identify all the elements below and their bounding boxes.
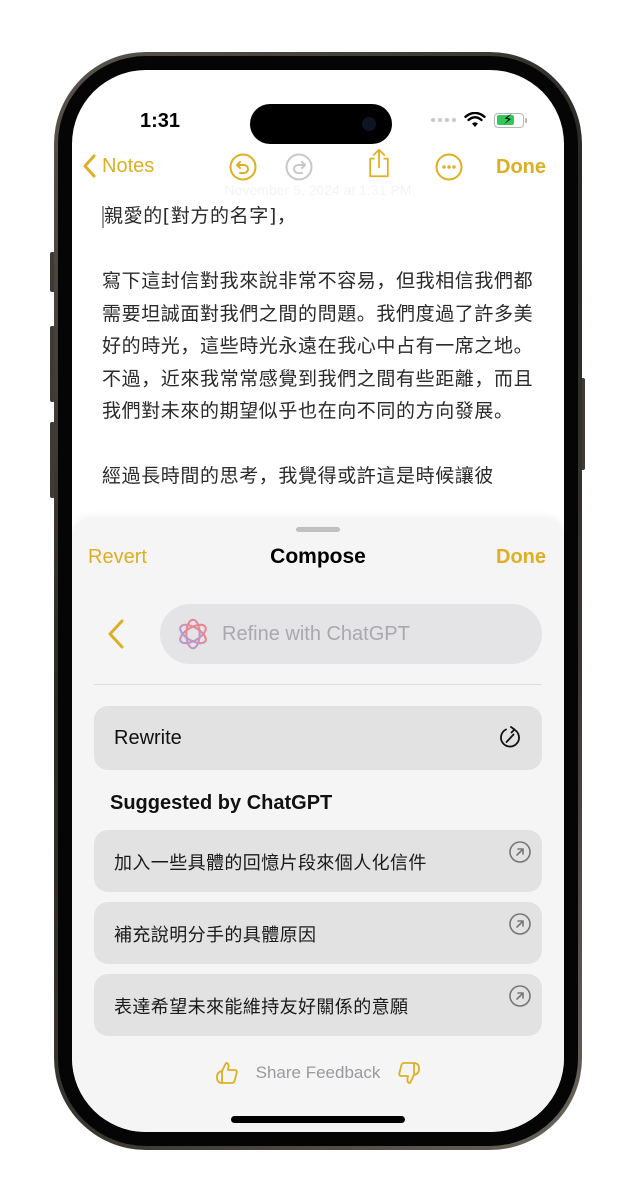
battery-icon: ⚡ bbox=[494, 110, 527, 128]
compose-done-button[interactable]: Done bbox=[496, 546, 546, 569]
refine-placeholder: Refine with ChatGPT bbox=[222, 622, 410, 645]
revert-button[interactable]: Revert bbox=[88, 546, 147, 569]
note-body[interactable]: 親愛的[對方的名字]， 寫下這封信對我來說非常不容易，但我相信我們都需要坦誠面對… bbox=[102, 200, 534, 525]
arrow-up-right-circle-icon bbox=[509, 985, 531, 1007]
suggestion-text: 補充說明分手的具體原因 bbox=[114, 925, 317, 946]
divider bbox=[94, 684, 542, 685]
thumbs-up-icon[interactable] bbox=[214, 1060, 240, 1086]
phone-frame: 1:31 ⚡ Notes Done November 5, 2024 at 1:… bbox=[54, 52, 582, 1150]
more-icon[interactable] bbox=[434, 152, 464, 182]
arrow-up-right-circle-icon bbox=[509, 841, 531, 863]
compose-sheet: Compose Revert Done Refine with ChatGPT bbox=[72, 518, 564, 1132]
suggestion-item[interactable]: 加入一些具體的回憶片段來個人化信件 bbox=[94, 830, 542, 892]
sheet-grabber[interactable] bbox=[296, 527, 340, 532]
status-icons: ⚡ bbox=[431, 110, 527, 128]
status-time: 1:31 bbox=[140, 110, 181, 132]
feedback-row: Share Feedback bbox=[72, 1060, 564, 1086]
share-icon[interactable] bbox=[364, 148, 394, 178]
suggestion-text: 表達希望未來能維持友好關係的意願 bbox=[114, 997, 409, 1018]
wifi-icon bbox=[464, 112, 486, 127]
refine-input[interactable]: Refine with ChatGPT bbox=[160, 604, 542, 664]
chevron-left-icon bbox=[83, 154, 96, 178]
refine-row: Refine with ChatGPT bbox=[94, 604, 542, 664]
back-label: Notes bbox=[102, 154, 155, 177]
rewrite-button[interactable]: Rewrite bbox=[94, 706, 542, 770]
suggestion-item[interactable]: 表達希望未來能維持友好關係的意願 bbox=[94, 974, 542, 1036]
note-paragraph: 經過長時間的思考，我覺得或許這是時候讓彼 bbox=[102, 465, 495, 487]
redo-icon[interactable] bbox=[284, 152, 314, 182]
phone-bezel: 1:31 ⚡ Notes Done November 5, 2024 at 1:… bbox=[58, 56, 578, 1146]
share-feedback-label[interactable]: Share Feedback bbox=[256, 1063, 381, 1083]
back-to-notes-button[interactable]: Notes bbox=[82, 154, 154, 178]
suggestion-text: 加入一些具體的回憶片段來個人化信件 bbox=[114, 853, 427, 874]
undo-icon[interactable] bbox=[228, 152, 258, 182]
arrow-up-right-circle-icon bbox=[509, 913, 531, 935]
screen: 1:31 ⚡ Notes Done November 5, 2024 at 1:… bbox=[72, 70, 564, 1132]
camera-icon bbox=[362, 117, 376, 131]
note-greeting: 親愛的[對方的名字]， bbox=[104, 205, 297, 227]
chatgpt-logo-icon bbox=[179, 618, 207, 650]
rewrite-icon bbox=[500, 726, 520, 748]
suggested-heading: Suggested by ChatGPT bbox=[110, 792, 333, 814]
done-button[interactable]: Done bbox=[496, 156, 546, 179]
chevron-left-icon[interactable] bbox=[104, 618, 128, 650]
charging-bolt-icon: ⚡ bbox=[503, 110, 513, 127]
dynamic-island bbox=[250, 104, 392, 144]
rewrite-label: Rewrite bbox=[114, 726, 182, 749]
thumbs-down-icon[interactable] bbox=[396, 1060, 422, 1086]
home-indicator[interactable] bbox=[231, 1116, 405, 1123]
note-date: November 5, 2024 at 1:31 PM bbox=[224, 182, 412, 198]
suggestion-item[interactable]: 補充說明分手的具體原因 bbox=[94, 902, 542, 964]
note-paragraph: 寫下這封信對我來說非常不容易，但我相信我們都需要坦誠面對我們之間的問題。我們度過… bbox=[102, 270, 534, 422]
signal-icon bbox=[431, 118, 456, 122]
